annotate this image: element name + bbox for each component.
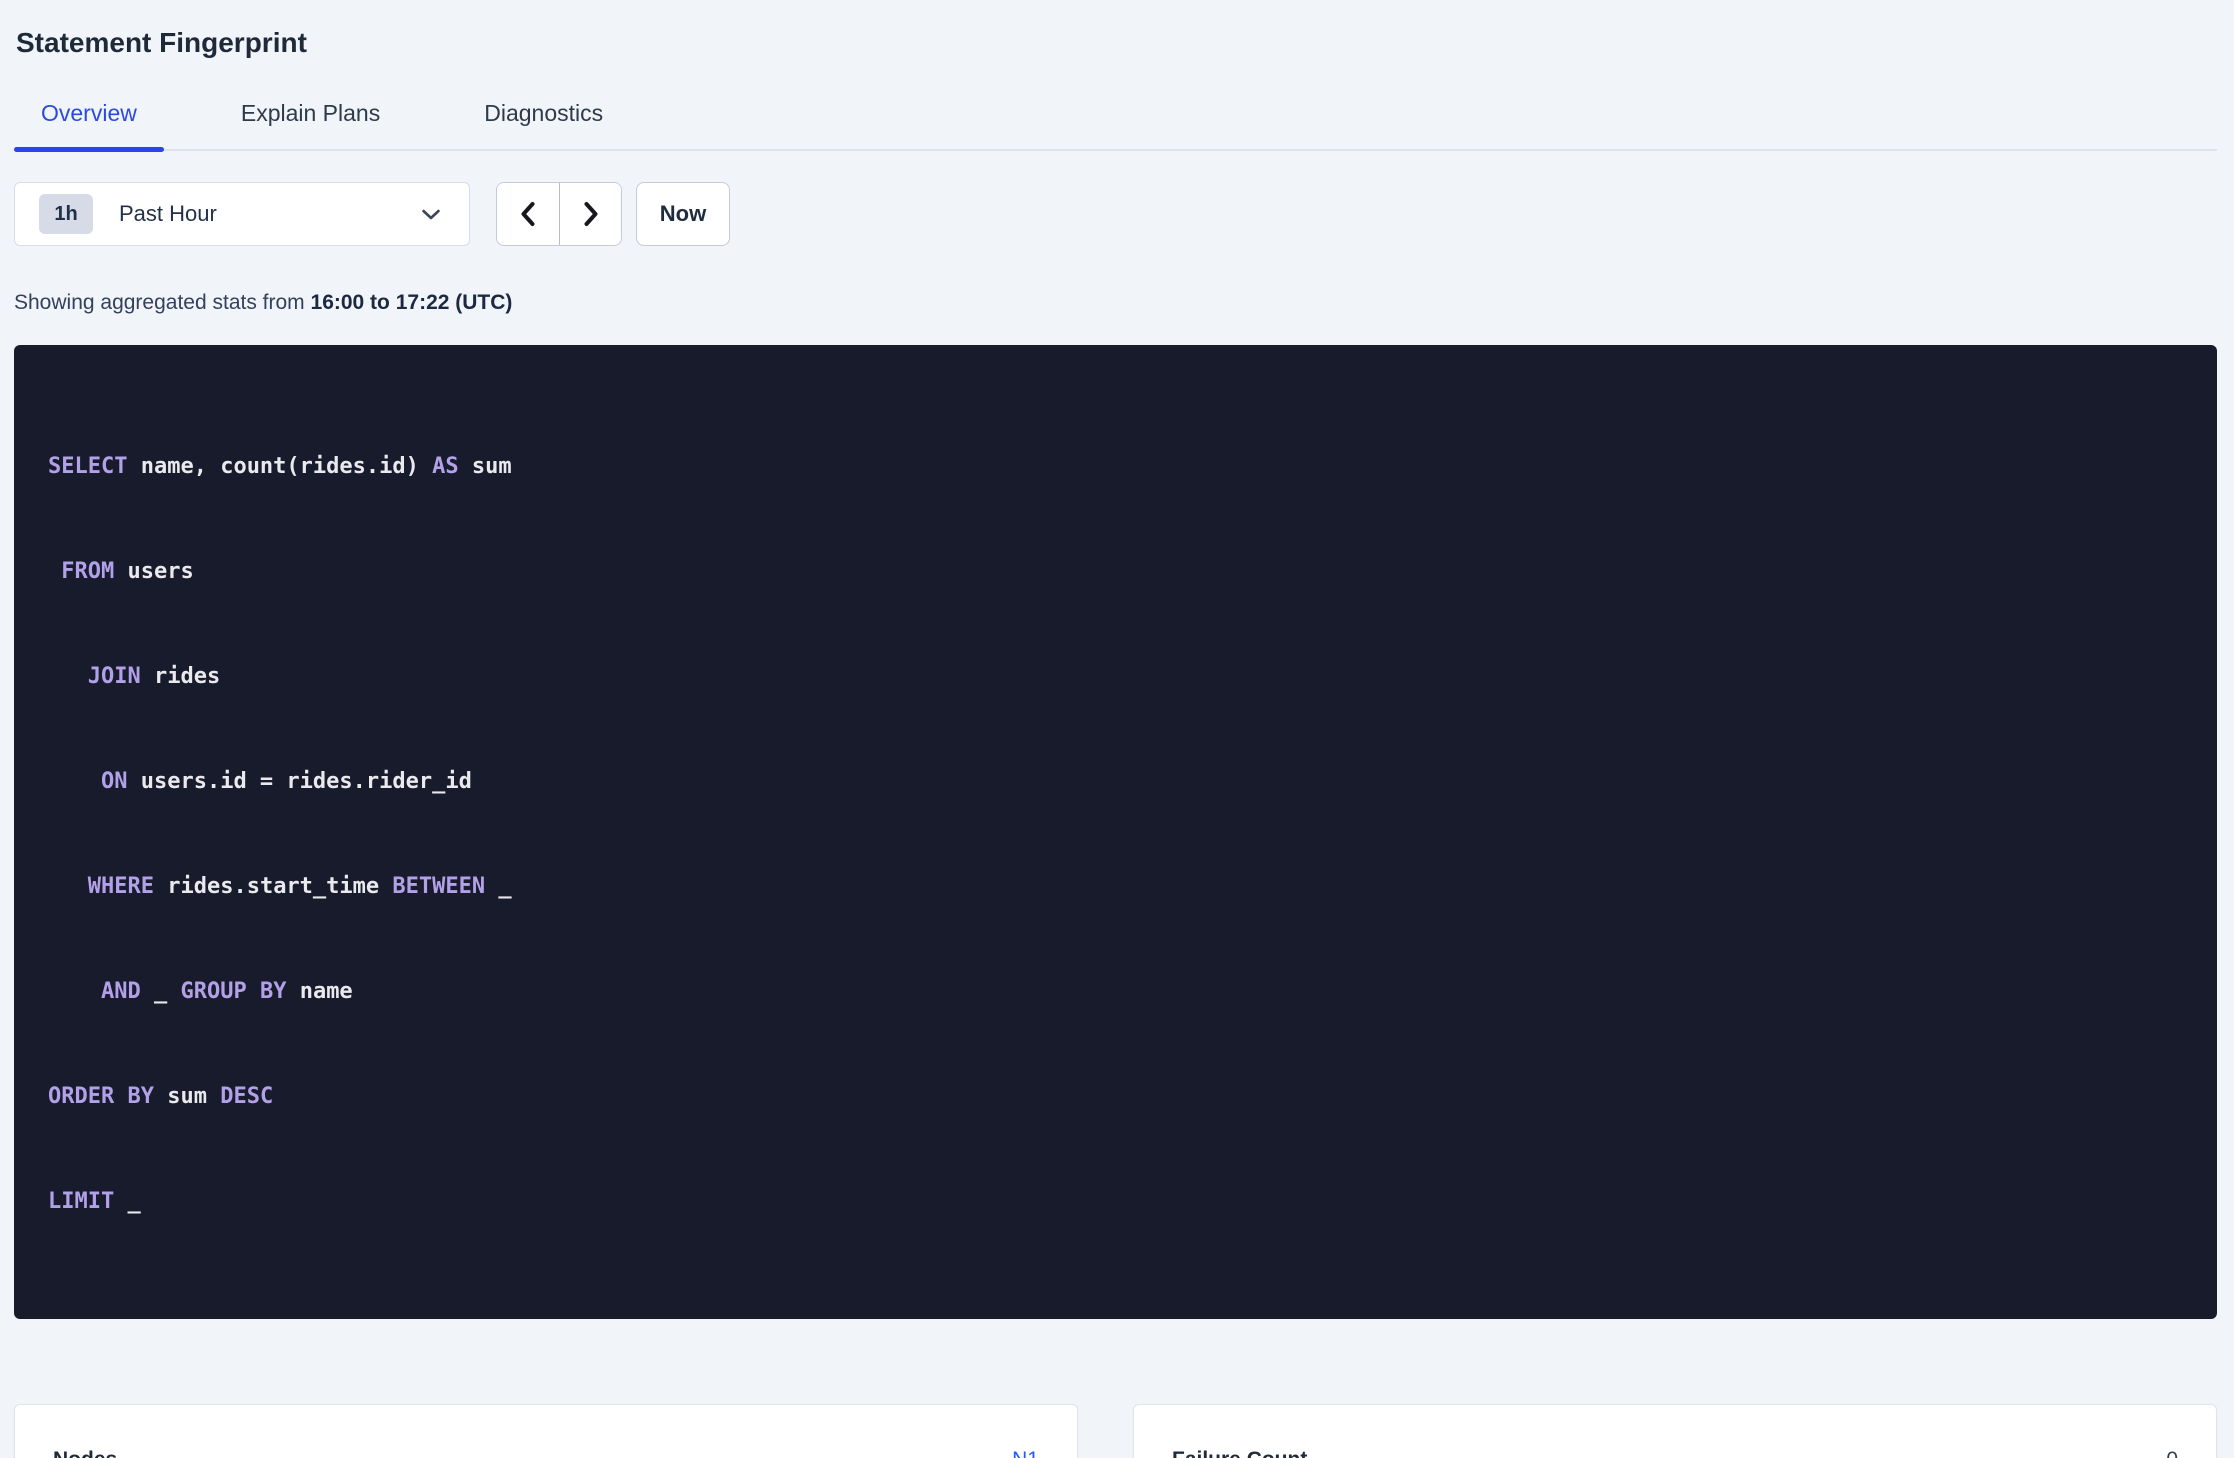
sql-token: _	[140, 979, 181, 1004]
sql-token: WHERE	[87, 874, 154, 899]
page-title: Statement Fingerprint	[16, 27, 307, 58]
sql-token: name	[286, 979, 353, 1004]
sql-line: SELECT name, count(rides.id) AS sum	[48, 449, 2177, 484]
next-interval-button[interactable]	[559, 183, 621, 245]
sql-token: AS	[432, 454, 459, 479]
sql-token: AND	[100, 979, 141, 1004]
sql-token: ORDER BY	[48, 1084, 154, 1109]
chevron-down-icon	[421, 208, 441, 221]
overview-cards-row: Nodes N1 Regions local Database movr App…	[14, 1404, 2217, 1458]
sql-line: LIMIT _	[48, 1184, 2177, 1219]
sql-token: JOIN	[87, 664, 141, 689]
stat-label: Nodes	[53, 1448, 117, 1458]
sql-token: BETWEEN	[392, 874, 486, 899]
interval-badge: 1h	[39, 194, 93, 234]
sql-token: sum	[153, 1084, 221, 1109]
time-interval-picker[interactable]: 1h Past Hour	[14, 182, 470, 246]
sql-token: rides.start_time	[153, 874, 393, 899]
execution-attributes-card: Failure Count 0 Full scan? Yes Vectorize…	[1133, 1404, 2217, 1458]
tab-bar: Overview Explain Plans Diagnostics	[14, 100, 2217, 152]
stat-row: Nodes N1	[53, 1433, 1039, 1458]
nodes-link[interactable]: N1	[1012, 1448, 1039, 1458]
sql-token: _	[114, 1189, 141, 1214]
sql-token: name, count(rides.id)	[127, 454, 433, 479]
tab-explain-plans[interactable]: Explain Plans	[214, 100, 407, 149]
sql-token: sum	[458, 454, 512, 479]
chevron-left-icon	[518, 200, 538, 228]
sql-token: rides	[140, 664, 221, 689]
sql-token: users.id = rides.rider_id	[127, 769, 472, 794]
sql-token: FROM	[61, 559, 115, 584]
tab-diagnostics[interactable]: Diagnostics	[457, 100, 630, 149]
sql-token: DESC	[220, 1084, 274, 1109]
stat-label: Failure Count	[1172, 1448, 1307, 1458]
sql-line: AND _ GROUP BY name	[48, 974, 2177, 1009]
statement-details-card: Nodes N1 Regions local Database movr App…	[14, 1404, 1078, 1458]
stat-row: Failure Count 0	[1172, 1433, 2178, 1458]
tab-overview[interactable]: Overview	[14, 100, 164, 152]
time-controls: 1h Past Hour Now	[14, 182, 2217, 246]
chevron-right-icon	[581, 200, 601, 228]
sql-line: FROM users	[48, 554, 2177, 589]
sql-line: ON users.id = rides.rider_id	[48, 764, 2177, 799]
sql-line: ORDER BY sum DESC	[48, 1079, 2177, 1114]
sql-line: WHERE rides.start_time BETWEEN _	[48, 869, 2177, 904]
sql-token: users	[114, 559, 194, 584]
sql-token: GROUP BY	[180, 979, 287, 1004]
stats-note-prefix: Showing aggregated stats from	[14, 291, 311, 314]
sql-token: ON	[100, 769, 128, 794]
sql-line: JOIN rides	[48, 659, 2177, 694]
time-nav-group	[496, 182, 622, 246]
sql-token: SELECT	[48, 454, 128, 479]
sql-token: _	[485, 874, 512, 899]
sql-statement-box: SELECT name, count(rides.id) AS sum FROM…	[14, 345, 2217, 1319]
statement-fingerprint-page: Statement Fingerprint Overview Explain P…	[0, 0, 2234, 1458]
stat-value: 0	[2166, 1448, 2178, 1458]
prev-interval-button[interactable]	[497, 183, 559, 245]
now-button[interactable]: Now	[636, 182, 730, 246]
interval-label: Past Hour	[119, 201, 217, 226]
sql-token: LIMIT	[48, 1189, 115, 1214]
stats-note: Showing aggregated stats from 16:00 to 1…	[14, 290, 2217, 316]
stats-note-range: 16:00 to 17:22 (UTC)	[310, 291, 513, 314]
